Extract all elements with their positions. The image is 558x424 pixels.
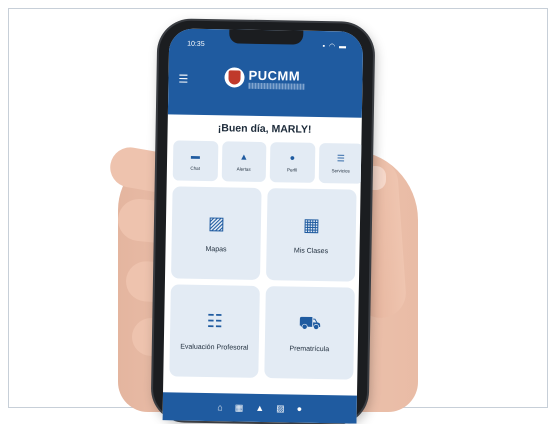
phone-notch — [229, 29, 304, 45]
greeting: ¡Buen día, MARLY! — [217, 122, 312, 136]
tile-label: Mis Clases — [293, 247, 329, 255]
quick-label: Perfil — [286, 167, 298, 173]
quick-alertas-button[interactable]: ▲ Alertas — [221, 141, 267, 183]
tile-mapas[interactable]: ▨ Mapas — [171, 186, 262, 280]
pucmm-logo-icon — [224, 67, 245, 88]
list-icon: ☰ — [336, 153, 345, 164]
quick-label: Chat — [190, 165, 200, 171]
status-time: 10:35 — [187, 40, 205, 48]
phone-screen: 10:35 ▪ ◠ ▬ ☰ PUCMM ¡Buen día, MARLY! ▬ … — [162, 28, 364, 424]
quick-perfil-button[interactable]: ● Perfil — [269, 142, 315, 183]
tile-mis-clases[interactable]: ▦ Mis Clases — [265, 188, 357, 282]
tile-label: Evaluación Profesoral — [180, 343, 249, 352]
quick-label: Alertas — [236, 166, 251, 172]
tile-label: Mapas — [205, 245, 227, 253]
bell-icon: ▲ — [239, 151, 249, 162]
tile-evaluacion-profesoral[interactable]: ☷ Evaluación Profesoral — [169, 284, 260, 378]
tile-label: Prematrícula — [289, 344, 330, 353]
chat-icon: ▬ — [190, 150, 200, 161]
phone: 10:35 ▪ ◠ ▬ ☰ PUCMM ¡Buen día, MARLY! ▬ … — [152, 20, 374, 424]
person-icon: ● — [289, 152, 296, 163]
bell-icon[interactable]: ▲ — [255, 403, 264, 413]
logo-subtitle — [248, 82, 305, 90]
cart-icon: ⛟ — [298, 312, 322, 333]
logo-text: PUCMM — [248, 67, 301, 84]
quick-chat-button[interactable]: ▬ Chat — [172, 140, 218, 182]
map-icon[interactable]: ▨ — [276, 403, 285, 414]
calendar-icon: ▦ — [302, 214, 321, 235]
quick-servicios-button[interactable]: ☰ Servicios — [318, 142, 364, 184]
calendar-icon[interactable]: ▦ — [235, 402, 244, 413]
main-tiles: ▨ Mapas ▦ Mis Clases ☷ Evaluación Profes… — [169, 186, 357, 380]
quick-label: Servicios — [331, 168, 350, 174]
bottom-nav: ⌂ ▦ ▲ ▨ ● — [162, 392, 357, 424]
app-header: 10:35 ▪ ◠ ▬ ☰ PUCMM — [167, 28, 364, 118]
tile-prematricula[interactable]: ⛟ Prematrícula — [264, 286, 355, 380]
person-icon[interactable]: ● — [297, 404, 303, 414]
home-icon[interactable]: ⌂ — [217, 402, 223, 412]
status-icons: ▪ ◠ ▬ — [322, 43, 348, 51]
map-icon: ▨ — [207, 212, 226, 233]
form-list-icon: ☷ — [206, 310, 224, 331]
hamburger-menu-icon[interactable]: ☰ — [178, 73, 188, 86]
quick-actions: ▬ Chat ▲ Alertas ● Perfil ☰ Servicios — [172, 140, 364, 184]
